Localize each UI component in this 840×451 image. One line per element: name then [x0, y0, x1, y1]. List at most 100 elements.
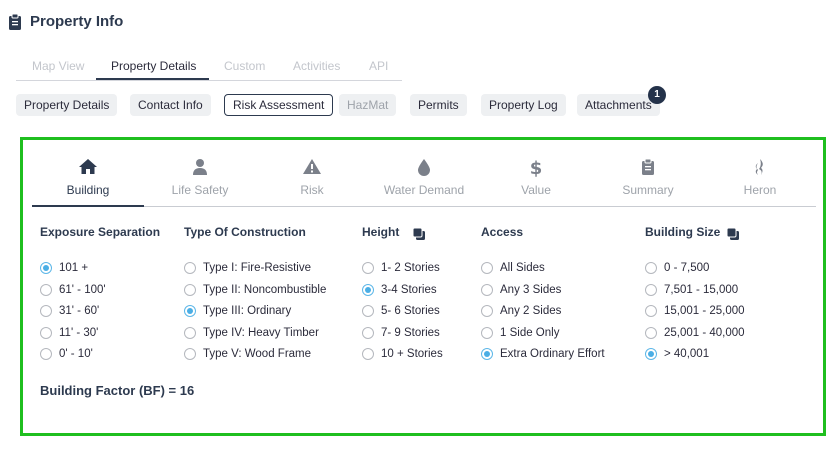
- radio-button-checked[interactable]: [481, 348, 493, 360]
- radio-option-label: 1- 2 Stories: [381, 262, 440, 274]
- radio-option-label: 15,001 - 25,000: [664, 305, 745, 317]
- radio-option[interactable]: Type III: Ordinary: [184, 305, 291, 317]
- svg-text:$: $: [530, 158, 543, 177]
- radio-button[interactable]: [184, 348, 196, 360]
- top-tab-bar: Map View Property Details Custom Activit…: [16, 54, 402, 81]
- active-subtab-indicator: [32, 205, 144, 207]
- pill-contact-info[interactable]: Contact Info: [130, 94, 211, 116]
- attachments-count-badge: 1: [648, 86, 666, 104]
- page-title: Property Info: [30, 13, 124, 30]
- radio-button[interactable]: [481, 326, 493, 339]
- radio-option-label: 7,501 - 15,000: [664, 283, 739, 296]
- column-title-height: Height: [362, 225, 400, 239]
- tab-custom[interactable]: Custom: [224, 59, 265, 73]
- radio-option-label: 31' - 60': [59, 305, 100, 317]
- clipboard-icon: [642, 158, 654, 175]
- radio-option-label: 7- 9 Stories: [381, 326, 440, 339]
- radio-option[interactable]: 101 +: [40, 262, 88, 274]
- radio-option[interactable]: 31' - 60': [40, 305, 99, 317]
- radio-button-checked[interactable]: [645, 348, 657, 360]
- radio-button[interactable]: [184, 326, 196, 339]
- radio-button-checked[interactable]: [184, 305, 196, 317]
- radio-button[interactable]: [40, 348, 52, 360]
- radio-option[interactable]: Type I: Fire-Resistive: [184, 262, 311, 274]
- radio-option[interactable]: 61' - 100': [40, 283, 106, 296]
- tab-map-view[interactable]: Map View: [32, 59, 84, 73]
- subtab-building[interactable]: Building: [28, 183, 148, 197]
- subtab-life-safety[interactable]: Life Safety: [140, 183, 260, 197]
- radio-option[interactable]: 15,001 - 25,000: [645, 305, 745, 317]
- radio-option[interactable]: Any 2 Sides: [481, 305, 561, 317]
- radio-button[interactable]: [362, 326, 374, 339]
- radio-option[interactable]: 1- 2 Stories: [362, 262, 440, 274]
- radio-option-label: Type I: Fire-Resistive: [203, 262, 311, 274]
- radio-button[interactable]: [184, 262, 196, 274]
- radio-option[interactable]: 10 + Stories: [362, 348, 443, 360]
- radio-option[interactable]: 5- 6 Stories: [362, 305, 440, 317]
- radio-option[interactable]: 7,501 - 15,000: [645, 283, 739, 296]
- radio-option[interactable]: Type V: Wood Frame: [184, 348, 311, 360]
- radio-button[interactable]: [184, 283, 196, 296]
- radio-option[interactable]: 11' - 30': [40, 326, 99, 339]
- tab-api[interactable]: API: [369, 59, 388, 73]
- subtab-value[interactable]: Value: [476, 183, 596, 197]
- radio-button[interactable]: [40, 305, 52, 317]
- radio-option[interactable]: Extra Ordinary Effort: [481, 348, 605, 360]
- pill-hazmat[interactable]: HazMat: [339, 94, 397, 116]
- tab-activities[interactable]: Activities: [293, 59, 340, 73]
- dollar-icon: $: [530, 158, 543, 177]
- radio-option-label: All Sides: [500, 262, 545, 274]
- radio-button[interactable]: [645, 326, 657, 339]
- radio-option-label: Type III: Ordinary: [203, 305, 292, 317]
- radio-button[interactable]: [645, 262, 657, 274]
- radio-option[interactable]: 1 Side Only: [481, 326, 559, 339]
- radio-option-label: Extra Ordinary Effort: [500, 348, 605, 360]
- column-title-access: Access: [481, 225, 524, 239]
- radio-option-label: 0 - 7,500: [664, 262, 710, 274]
- radio-option[interactable]: 3-4 Stories: [362, 283, 437, 296]
- radio-option[interactable]: All Sides: [481, 262, 545, 274]
- radio-button[interactable]: [362, 305, 374, 317]
- pill-property-details[interactable]: Property Details: [16, 94, 118, 116]
- subtab-summary[interactable]: Summary: [588, 183, 708, 197]
- subtab-water-demand[interactable]: Water Demand: [364, 183, 484, 197]
- radio-button[interactable]: [481, 283, 493, 296]
- radio-option[interactable]: Type IV: Heavy Timber: [184, 326, 319, 339]
- radio-option-label: 101 +: [59, 262, 89, 274]
- radio-option[interactable]: Type II: Noncombustible: [184, 283, 326, 296]
- radio-button-checked[interactable]: [40, 262, 52, 274]
- pill-risk-assessment[interactable]: Risk Assessment: [224, 94, 334, 116]
- radio-option[interactable]: 0' - 10': [40, 348, 93, 360]
- radio-option-label: 3-4 Stories: [381, 283, 437, 296]
- radio-option[interactable]: > 40,001: [645, 348, 709, 360]
- radio-button[interactable]: [481, 305, 493, 317]
- clipboard-icon: [9, 13, 21, 30]
- radio-option-label: 11' - 30': [59, 326, 99, 339]
- radio-option[interactable]: 25,001 - 40,000: [645, 326, 745, 339]
- column-title-building-size: Building Size: [645, 225, 721, 239]
- copy-icon[interactable]: [412, 227, 426, 241]
- radio-option-label: Any 3 Sides: [500, 283, 562, 296]
- radio-option[interactable]: Any 3 Sides: [481, 283, 562, 296]
- radio-button[interactable]: [362, 262, 374, 274]
- tab-property-details[interactable]: Property Details: [111, 59, 196, 73]
- radio-button[interactable]: [40, 283, 52, 296]
- radio-button[interactable]: [645, 305, 657, 317]
- radio-option[interactable]: 7- 9 Stories: [362, 326, 440, 339]
- radio-button-checked[interactable]: [362, 283, 374, 296]
- pill-attachments[interactable]: Attachments: [577, 94, 660, 116]
- warning-icon: [303, 159, 321, 174]
- radio-option-label: 61' - 100': [59, 283, 106, 296]
- radio-button[interactable]: [362, 348, 374, 360]
- radio-button[interactable]: [645, 283, 657, 296]
- radio-option[interactable]: 0 - 7,500: [645, 262, 709, 274]
- copy-icon[interactable]: [726, 227, 740, 241]
- building-factor: Building Factor (BF) = 16: [40, 383, 195, 398]
- person-icon: [193, 159, 207, 175]
- subtab-risk[interactable]: Risk: [252, 183, 372, 197]
- radio-button[interactable]: [40, 326, 52, 339]
- pill-property-log[interactable]: Property Log: [481, 94, 566, 116]
- radio-button[interactable]: [481, 262, 493, 274]
- pill-permits[interactable]: Permits: [410, 94, 467, 116]
- subtab-heron[interactable]: Heron: [700, 183, 820, 197]
